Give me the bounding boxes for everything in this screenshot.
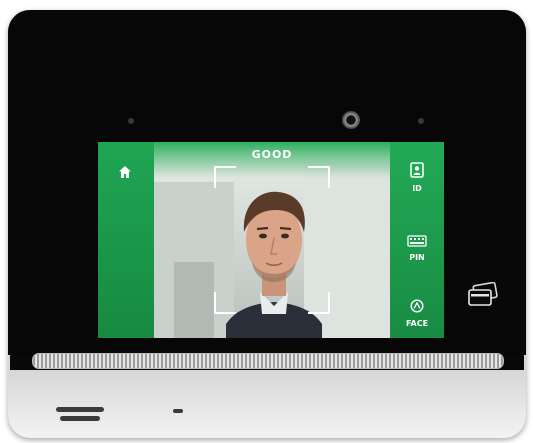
face-button[interactable]: FACE — [390, 298, 444, 328]
ir-sensor-left — [128, 118, 134, 124]
keypad-icon — [407, 235, 427, 247]
vent-slots — [56, 407, 104, 421]
id-card-icon — [410, 162, 424, 178]
recognition-status: GOOD — [251, 148, 293, 161]
terminal-device: GOOD ID PIN FACE — [8, 10, 526, 438]
face-button-label: FACE — [405, 319, 429, 328]
indicator-led — [173, 409, 183, 413]
frame-corner-bl — [214, 292, 236, 314]
speaker-grille — [32, 353, 504, 369]
face-icon — [410, 299, 424, 313]
card-reader-icon — [466, 281, 500, 312]
device-base — [8, 370, 526, 438]
id-button-label: ID — [412, 184, 422, 193]
home-icon[interactable] — [118, 164, 132, 183]
front-camera — [342, 111, 360, 129]
ir-sensor-right — [418, 118, 424, 124]
face-detection-frame — [214, 166, 330, 314]
id-button[interactable]: ID — [390, 162, 444, 193]
camera-preview: GOOD — [154, 142, 390, 338]
left-panel — [98, 142, 154, 338]
pin-button[interactable]: PIN — [390, 232, 444, 262]
frame-corner-tl — [214, 166, 236, 188]
frame-corner-tr — [308, 166, 330, 188]
pin-button-label: PIN — [409, 253, 425, 262]
display-screen: GOOD ID PIN FACE — [98, 142, 444, 338]
frame-corner-br — [308, 292, 330, 314]
